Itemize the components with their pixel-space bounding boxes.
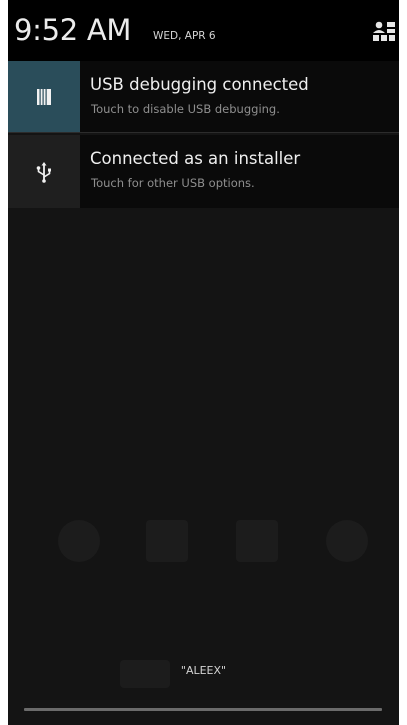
divider (8, 132, 399, 133)
notification-subtitle: Touch for other USB options. (91, 176, 255, 190)
notification-title: USB debugging connected (90, 75, 309, 94)
date: WED, APR 6 (153, 30, 216, 42)
background-app-icon (326, 520, 368, 562)
notification-usb-installer[interactable]: Connected as an installer Touch for othe… (8, 135, 399, 208)
notification-icon-box (8, 61, 80, 133)
notification-subtitle: Touch to disable USB debugging. (91, 102, 280, 116)
notification-shade: 9:52 AM WED, APR 6 USB debugging connect… (8, 0, 399, 725)
notification-usb-debugging[interactable]: USB debugging connected Touch to disable… (8, 61, 399, 133)
background-app-icon (146, 520, 188, 562)
notification-title: Connected as an installer (90, 149, 301, 168)
usb-icon (36, 161, 51, 183)
quick-settings-grid-icon (373, 21, 395, 41)
background-app-icon (58, 520, 100, 562)
clock: 9:52 AM (14, 13, 132, 47)
shade-drag-handle[interactable] (24, 708, 382, 711)
background-app-icon (236, 520, 278, 562)
android-debug-icon (37, 89, 51, 105)
status-header: 9:52 AM WED, APR 6 (8, 0, 399, 61)
carrier-label: "ALEEX" (180, 664, 227, 677)
notification-icon-box (8, 135, 80, 208)
quick-settings-button[interactable] (372, 20, 396, 44)
